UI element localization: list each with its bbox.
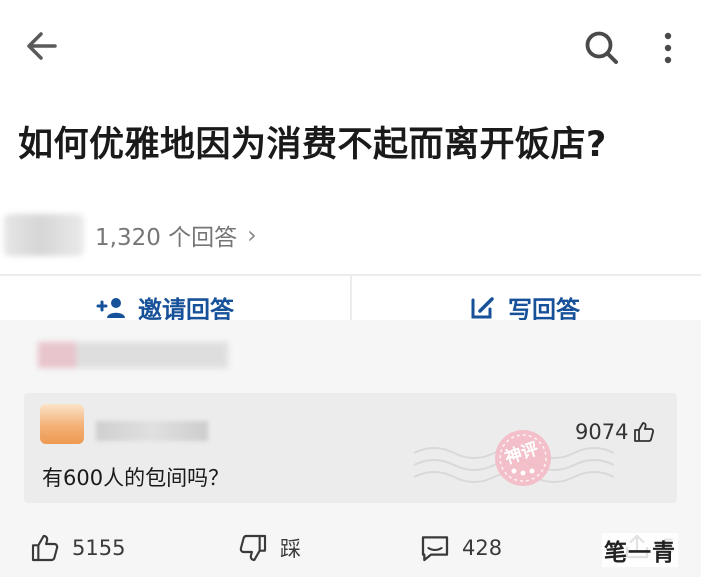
dislike-label: 踩 — [280, 537, 301, 561]
edit-icon — [471, 296, 494, 318]
thumbs-down-icon — [239, 534, 267, 562]
arrow-left-icon — [27, 32, 57, 60]
add-user-icon — [96, 297, 125, 318]
like-button[interactable]: 5155 — [28, 532, 125, 564]
comment-bubble-icon — [421, 536, 449, 562]
more-vertical-icon — [664, 32, 672, 64]
answerer-info-blurred — [38, 342, 228, 368]
comment-count: 428 — [462, 536, 503, 560]
author-avatar-blurred — [4, 214, 84, 256]
hot-comment-stamp: 神评 — [490, 425, 556, 495]
more-options-button[interactable] — [650, 24, 686, 72]
commenter-avatar[interactable] — [40, 404, 84, 444]
search-button[interactable] — [578, 24, 626, 72]
comment-like-button[interactable]: 9074 — [575, 420, 656, 444]
dislike-button[interactable]: 踩 — [236, 532, 301, 564]
comment-like-count: 9074 — [575, 420, 629, 444]
chevron-right-icon: › — [247, 221, 257, 249]
comment-text: 有600人的包间吗？ — [42, 466, 230, 490]
thumbs-up-icon — [634, 422, 655, 442]
answer-count: 1,320 个回答 — [95, 225, 238, 251]
like-count: 5155 — [72, 536, 126, 560]
comment-button[interactable]: 428 — [418, 532, 502, 564]
question-title: 如何优雅地因为消费不起而离开饭店? — [18, 125, 607, 165]
commenter-name-blurred — [96, 421, 208, 441]
thumbs-up-icon — [31, 534, 59, 562]
search-icon — [585, 31, 618, 64]
watermark-text: 笔一青 — [602, 533, 678, 567]
back-button[interactable] — [20, 24, 64, 68]
answer-count-link[interactable]: 1,320 个回答 › — [95, 218, 257, 252]
action-divider — [350, 276, 352, 320]
